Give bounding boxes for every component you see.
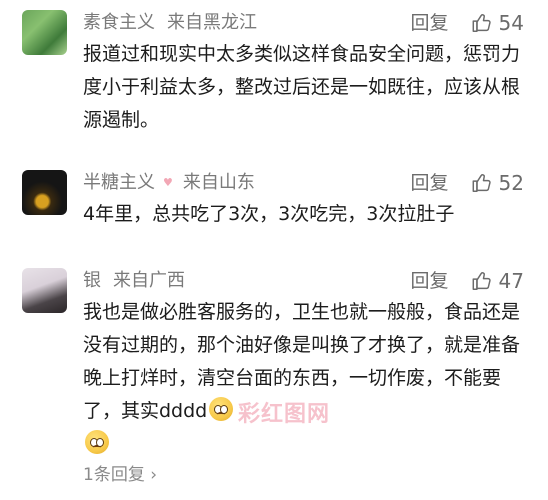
comment-meta: 素食主义 来自黑龙江 [83, 10, 257, 36]
location-label: 来自山东 [182, 172, 255, 193]
comment-actions: 回复 54 [411, 10, 524, 36]
reply-button[interactable]: 回复 [411, 10, 449, 36]
username[interactable]: 素食主义 [83, 12, 155, 33]
like-count: 47 [498, 269, 524, 293]
reply-button[interactable]: 回复 [411, 268, 449, 294]
comment-text: 报道过和现实中太多类似这样食品安全问题，惩罚力度小于利益太多，整改过后还是一如既… [83, 43, 521, 131]
heart-badge-icon: ♥ [163, 176, 173, 189]
avatar[interactable] [22, 10, 67, 55]
comment-actions: 回复 47 [411, 268, 524, 294]
comment-meta: 半糖主义 ♥ 来自山东 [83, 170, 255, 196]
like-count: 52 [498, 171, 524, 195]
username[interactable]: 银 [83, 270, 101, 291]
smiley-emoji-icon [209, 397, 234, 421]
like-count: 54 [498, 11, 524, 35]
reply-button[interactable]: 回复 [411, 170, 449, 196]
location-label: 来自广西 [113, 270, 185, 291]
comment-meta: 银来自广西 [83, 268, 185, 294]
comment-text: 4年里，总共吃了3次，3次吃完，3次拉肚子 [83, 203, 455, 225]
avatar[interactable] [22, 268, 67, 313]
thumbs-up-icon[interactable] [471, 270, 493, 292]
thumbs-up-icon[interactable] [471, 12, 493, 34]
avatar[interactable] [22, 170, 67, 215]
view-replies-link[interactable]: 1条回复 › [83, 460, 157, 485]
thumbs-up-icon[interactable] [471, 172, 493, 194]
comment-text-block: 我也是做必胜客服务的，卫生也就一般般，食品还是没有过期的，那个油好像是叫换了才换… [83, 296, 523, 461]
username[interactable]: 半糖主义 [83, 172, 155, 193]
comment-actions: 回复 52 [411, 170, 524, 196]
smiley-emoji-icon [85, 430, 109, 454]
location-label: 来自黑龙江 [167, 12, 257, 33]
comment-text: 我也是做必胜客服务的，卫生也就一般般，食品还是没有过期的，那个油好像是叫换了才换… [83, 301, 521, 422]
